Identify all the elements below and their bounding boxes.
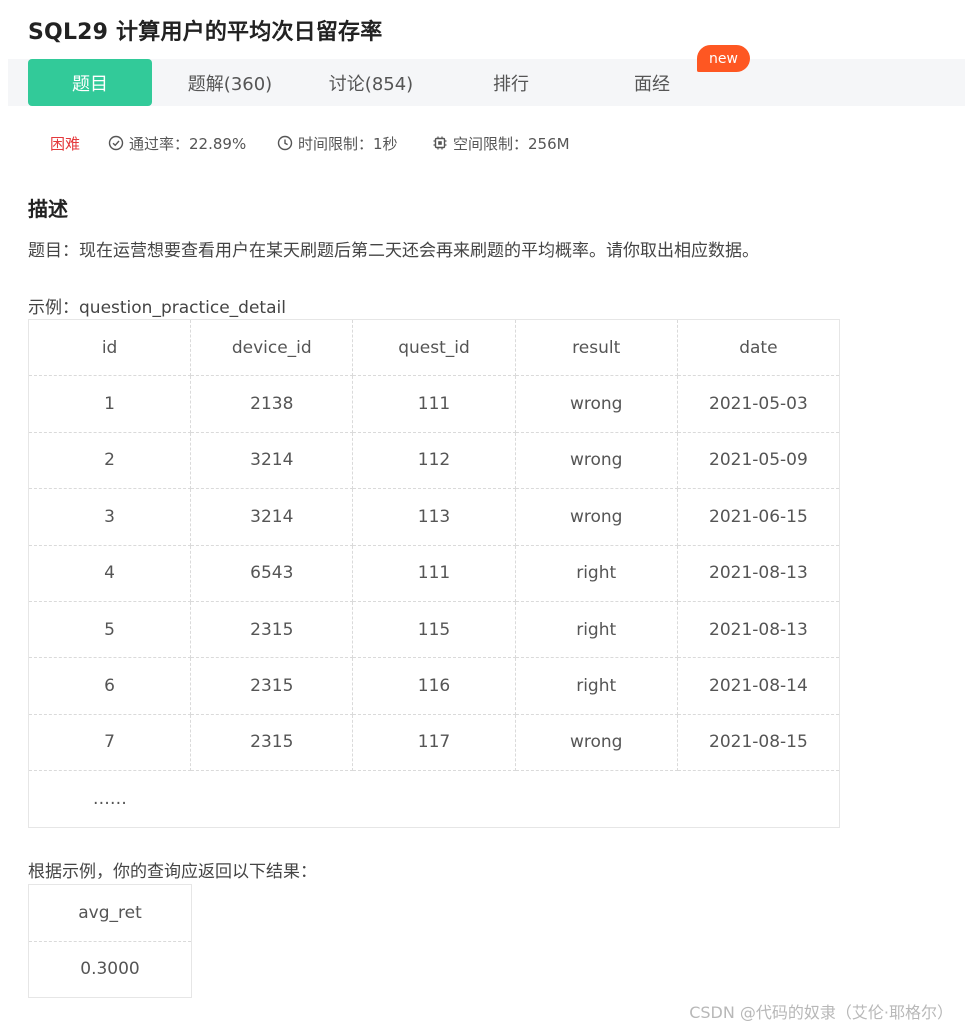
table-cell: 6 <box>27 657 192 715</box>
description-text: 题目：现在运营想要查看用户在某天刷题后第二天还会再来刷题的平均概率。请你取出相应… <box>28 241 759 261</box>
table-cell: 2021-08-14 <box>676 657 841 715</box>
table-cell: 2021-08-15 <box>676 713 841 772</box>
table-cell: 6543 <box>190 544 354 602</box>
result-label: 根据示例，你的查询应返回以下结果： <box>28 862 317 882</box>
table-row: 1 2138 111 wrong 2021-05-03 <box>27 375 841 433</box>
table-cell: wrong <box>514 375 678 433</box>
pass-rate-text: 通过率：22.89% <box>129 134 247 153</box>
new-badge: new <box>697 45 750 72</box>
table-cell: 7 <box>27 713 192 772</box>
page-title: SQL29 计算用户的平均次日留存率 <box>28 20 383 45</box>
table-cell: 0.3000 <box>28 940 192 998</box>
table-cell: 3214 <box>190 488 354 546</box>
table-cell: 3214 <box>190 431 354 490</box>
table-cell: 2138 <box>190 375 354 433</box>
table-cell: 5 <box>27 600 192 659</box>
space-limit: 空间限制：256M <box>432 133 570 153</box>
table-cell: wrong <box>514 713 678 772</box>
table-cell: 2021-06-15 <box>676 488 841 546</box>
clock-icon <box>277 135 293 151</box>
table-cell: 117 <box>352 713 516 772</box>
check-circle-icon <box>108 135 124 151</box>
column-header: date <box>676 318 841 377</box>
description-heading: 描述 <box>28 197 68 221</box>
column-header: result <box>514 318 678 377</box>
table-cell: 2 <box>27 431 192 490</box>
table-cell: 2315 <box>190 713 354 772</box>
column-header: id <box>27 318 192 377</box>
column-header: avg_ret <box>28 884 192 942</box>
table-header-row: avg_ret <box>28 884 192 942</box>
table-cell: 2021-05-03 <box>676 375 841 433</box>
table-cell-empty <box>190 770 840 828</box>
table-cell: 1 <box>27 375 192 433</box>
example-table: id device_id quest_id result date 1 2138… <box>27 318 841 828</box>
table-row: 4 6543 111 right 2021-08-13 <box>27 544 841 602</box>
time-limit: 时间限制：1秒 <box>277 133 398 153</box>
column-header: device_id <box>190 318 354 377</box>
pass-rate: 通过率：22.89% <box>108 133 246 153</box>
table-cell: 2315 <box>190 600 354 659</box>
difficulty-badge: 困难 <box>50 134 81 153</box>
tab-bar: 题目 题解(360) 讨论(854) 排行 面经 <box>8 59 965 106</box>
table-cell: 3 <box>27 488 192 546</box>
table-row: 3 3214 113 wrong 2021-06-15 <box>27 488 841 546</box>
column-header: quest_id <box>352 318 516 377</box>
table-row: 7 2315 117 wrong 2021-08-15 <box>27 713 841 772</box>
table-cell: wrong <box>514 431 678 490</box>
tab-problem[interactable]: 题目 <box>28 59 152 106</box>
result-table: avg_ret 0.3000 <box>28 884 192 998</box>
watermark: CSDN @代码的奴隶（艾伦·耶格尔） <box>689 1003 953 1022</box>
time-limit-text: 时间限制：1秒 <box>298 134 398 153</box>
tab-interview[interactable]: 面经 <box>590 59 714 106</box>
table-row-ellipsis: …… <box>27 770 840 828</box>
table-cell: 4 <box>27 544 192 602</box>
space-limit-text: 空间限制：256M <box>453 134 570 153</box>
table-row: 5 2315 115 right 2021-08-13 <box>27 600 841 659</box>
table-header-row: id device_id quest_id result date <box>27 318 841 377</box>
tab-solutions[interactable]: 题解(360) <box>168 59 292 106</box>
table-row: 6 2315 116 right 2021-08-14 <box>27 657 841 715</box>
table-cell: 116 <box>352 657 516 715</box>
tab-ranking[interactable]: 排行 <box>449 59 573 106</box>
tab-discussion[interactable]: 讨论(854) <box>309 59 433 106</box>
table-cell: right <box>514 544 678 602</box>
table-cell: 2021-08-13 <box>676 600 841 659</box>
example-label: 示例：question_practice_detail <box>28 298 286 318</box>
table-cell: 2021-05-09 <box>676 431 841 490</box>
table-cell: right <box>514 657 678 715</box>
table-cell: 113 <box>352 488 516 546</box>
table-cell: 111 <box>352 375 516 433</box>
table-row: 0.3000 <box>28 940 192 998</box>
table-row: 2 3214 112 wrong 2021-05-09 <box>27 431 841 490</box>
table-cell: 112 <box>352 431 516 490</box>
table-cell: …… <box>27 770 191 828</box>
table-cell: right <box>514 600 678 659</box>
table-cell: 115 <box>352 600 516 659</box>
table-cell: 2315 <box>190 657 354 715</box>
table-cell: 111 <box>352 544 516 602</box>
chip-icon <box>433 136 447 150</box>
table-cell: wrong <box>514 488 678 546</box>
table-cell: 2021-08-13 <box>676 544 841 602</box>
